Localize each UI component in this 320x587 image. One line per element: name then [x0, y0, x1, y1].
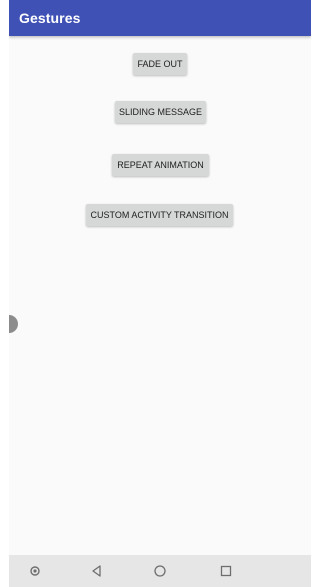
sliding-message-button[interactable]: SLIDING MESSAGE	[115, 101, 206, 123]
edge-handle-disc	[9, 315, 18, 333]
repeat-animation-button[interactable]: REPEAT ANIMATION	[112, 154, 209, 176]
home-circle-icon[interactable]	[152, 563, 168, 579]
app-bar: Gestures	[9, 0, 311, 36]
dot-icon[interactable]	[27, 563, 43, 579]
back-triangle-icon[interactable]	[89, 563, 105, 579]
fade-out-button[interactable]: FADE OUT	[133, 53, 187, 75]
edge-handle-icon[interactable]	[9, 315, 27, 333]
app-screen: Gestures FADE OUT SLIDING MESSAGE REPEAT…	[9, 0, 311, 587]
custom-activity-transition-button[interactable]: CUSTOM ACTIVITY TRANSITION	[86, 204, 233, 226]
recents-square-icon[interactable]	[218, 563, 234, 579]
app-title: Gestures	[19, 10, 81, 26]
system-nav-bar	[9, 555, 311, 587]
